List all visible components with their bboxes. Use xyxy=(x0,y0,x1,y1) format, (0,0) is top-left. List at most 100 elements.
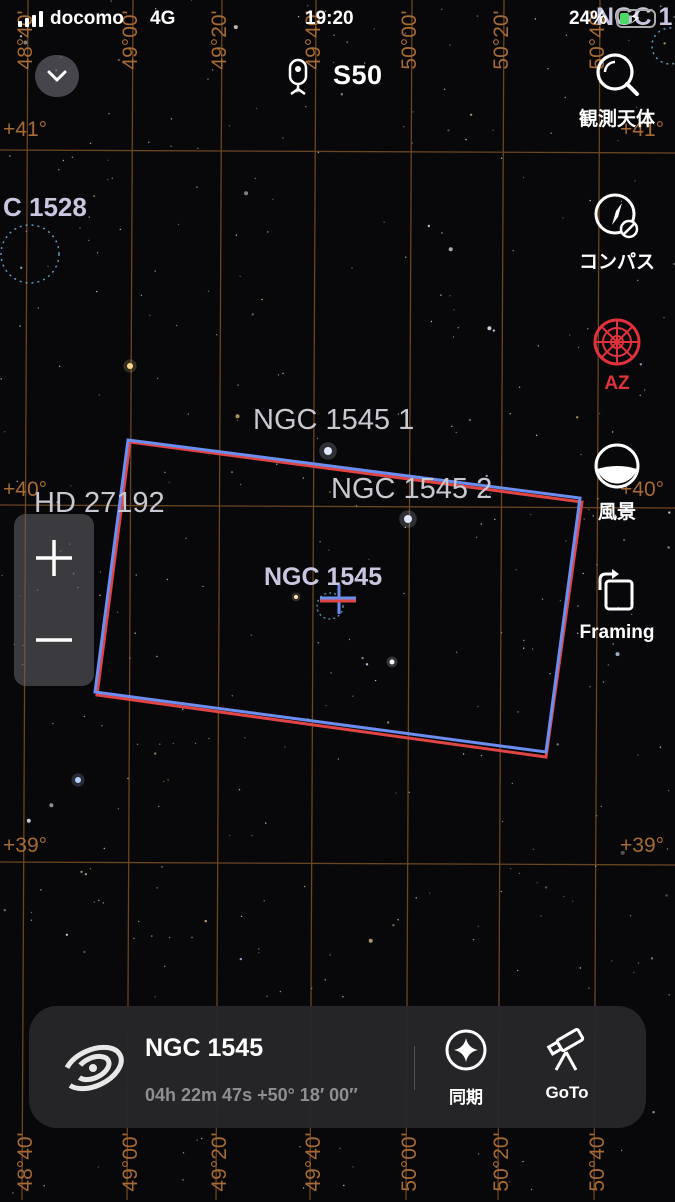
star xyxy=(530,513,532,516)
goto-button[interactable]: GoTo xyxy=(527,1028,607,1103)
device-title[interactable]: S50 xyxy=(333,60,383,91)
star xyxy=(477,925,479,928)
target-card[interactable]: NGC 1545 04h 22m 47s +50° 18′ 00″ 同期 GoT… xyxy=(29,1006,646,1128)
star xyxy=(215,334,218,336)
star xyxy=(405,256,407,258)
star xyxy=(282,372,284,374)
collapse-button[interactable] xyxy=(35,55,79,97)
dec-grid-line xyxy=(0,861,675,866)
star xyxy=(383,221,385,223)
star xyxy=(182,708,184,710)
telescope-device-icon[interactable] xyxy=(282,57,314,95)
star xyxy=(40,889,42,891)
star xyxy=(659,746,662,748)
ngc1545-2-label[interactable]: NGC 1545 2 xyxy=(331,473,492,506)
star xyxy=(202,585,204,588)
star xyxy=(492,129,494,131)
star xyxy=(448,247,453,252)
star xyxy=(98,899,100,902)
star xyxy=(43,1185,45,1187)
star xyxy=(541,598,544,600)
star xyxy=(352,1166,354,1168)
star xyxy=(58,169,60,171)
star xyxy=(235,234,238,236)
star xyxy=(265,822,267,824)
star xyxy=(140,294,143,296)
star xyxy=(540,915,542,917)
star xyxy=(311,987,313,990)
dec-grid-line xyxy=(0,149,675,154)
star xyxy=(576,416,579,419)
star xyxy=(517,969,519,972)
star xyxy=(136,743,139,745)
star xyxy=(96,290,98,293)
star xyxy=(589,686,591,688)
star xyxy=(494,518,496,521)
star xyxy=(237,384,239,386)
dec-label-right: +39° xyxy=(620,834,665,857)
star xyxy=(93,901,96,903)
ngc1528-label[interactable]: C 1528 xyxy=(3,192,87,223)
star xyxy=(650,957,654,960)
star xyxy=(149,314,151,317)
star xyxy=(170,118,173,120)
star xyxy=(235,414,240,419)
star xyxy=(101,725,103,727)
star xyxy=(79,227,81,229)
star xyxy=(348,638,351,641)
star xyxy=(352,695,354,697)
star xyxy=(244,191,249,196)
landscape-button[interactable]: 風景 xyxy=(567,441,667,524)
star xyxy=(83,715,86,718)
star xyxy=(667,789,670,792)
star xyxy=(351,267,353,269)
observe-objects-button[interactable]: 観測天体 xyxy=(567,50,667,131)
star xyxy=(667,546,670,549)
framing-button[interactable]: Framing xyxy=(567,566,667,644)
landscape-label: 風景 xyxy=(597,502,636,523)
star xyxy=(133,937,135,940)
star xyxy=(266,995,268,997)
star xyxy=(175,324,178,327)
ngc1545-label[interactable]: NGC 1545 xyxy=(264,563,382,592)
star xyxy=(455,431,457,434)
ra-label: 48°40' xyxy=(14,1132,37,1192)
minus-icon xyxy=(36,638,72,642)
star xyxy=(477,1153,480,1155)
star xyxy=(129,657,131,659)
star xyxy=(228,125,231,127)
star xyxy=(62,159,65,162)
star xyxy=(652,1111,655,1114)
star xyxy=(255,107,258,110)
az-mode-button[interactable]: AZ xyxy=(567,317,667,395)
sync-button[interactable]: 同期 xyxy=(426,1028,506,1108)
star xyxy=(239,275,241,278)
star xyxy=(134,632,136,634)
zoom-in-button[interactable] xyxy=(14,514,94,600)
star xyxy=(236,419,239,421)
ra-label: 50°00' xyxy=(398,1132,421,1192)
star xyxy=(159,743,161,745)
star xyxy=(99,594,101,596)
status-bar: docomo 4G 19:20 24% ⚡ xyxy=(0,0,675,40)
star xyxy=(427,224,430,228)
ra-label: 49°20' xyxy=(208,1132,231,1192)
ngc1528-marker[interactable] xyxy=(0,224,60,284)
rotate-frame-icon xyxy=(598,569,634,611)
star xyxy=(408,791,410,793)
star xyxy=(3,431,6,433)
ngc1545-1-label[interactable]: NGC 1545 1 xyxy=(253,404,414,437)
star xyxy=(276,463,278,465)
star xyxy=(1,574,3,577)
star xyxy=(665,894,668,897)
star xyxy=(251,834,253,837)
plus-icon xyxy=(36,540,72,576)
observe-objects-label: 観測天体 xyxy=(578,109,655,130)
star xyxy=(135,574,137,576)
card-divider xyxy=(414,1046,415,1090)
zoom-out-button[interactable] xyxy=(14,600,94,686)
star xyxy=(330,672,332,674)
star xyxy=(430,320,433,323)
compass-button[interactable]: コンパス xyxy=(567,191,667,274)
star xyxy=(429,892,431,894)
